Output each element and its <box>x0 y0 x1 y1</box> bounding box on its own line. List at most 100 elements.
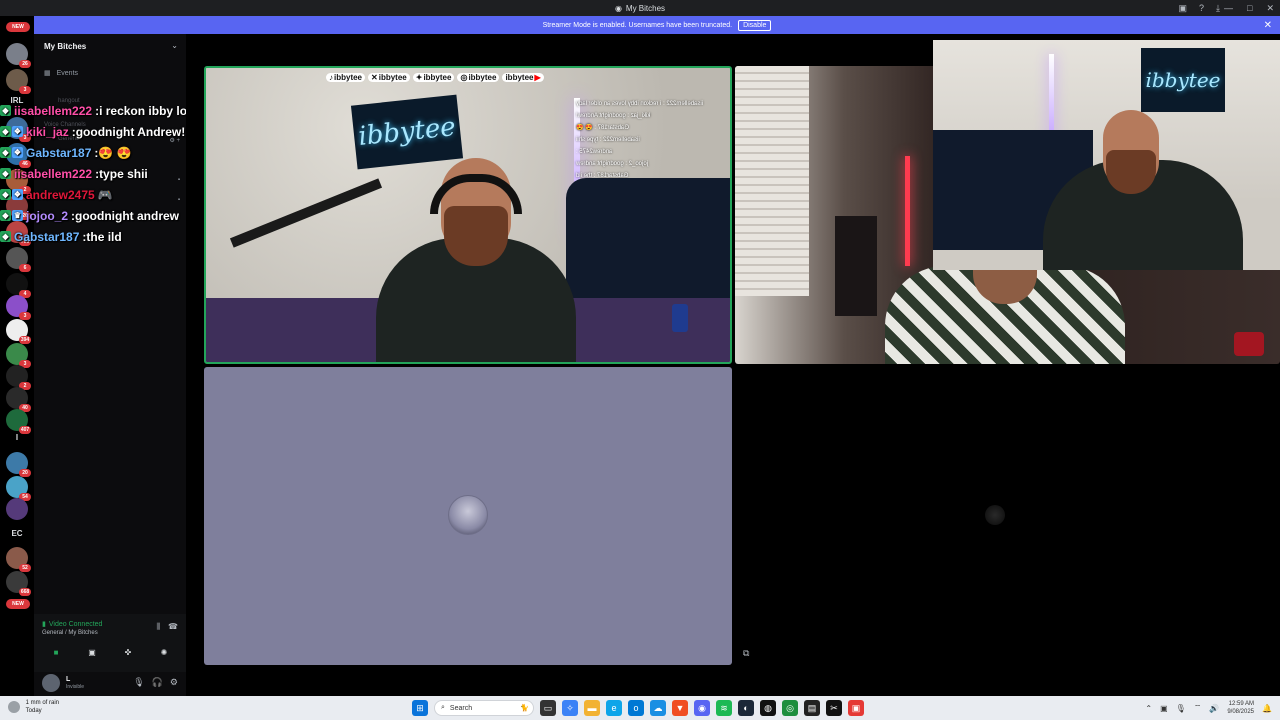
close-window-button[interactable]: ✕ <box>1266 3 1274 14</box>
activity-button[interactable]: ✜ <box>113 644 143 660</box>
title-bar: ◉ My Bitches ▣ ? ⤓ — □ ✕ <box>0 0 1280 16</box>
server-icon[interactable]: 668 <box>6 571 31 596</box>
mirrored-chat-line: andrew2475 : <box>576 149 613 155</box>
server-icon[interactable]: 407 <box>6 409 31 434</box>
user-status: Invisible <box>66 684 85 690</box>
chat-username[interactable]: iisabellem222 <box>14 104 92 118</box>
chat-text: the ild <box>86 229 122 244</box>
clock[interactable]: 12:59 AM 9/08/2025 <box>1227 700 1254 716</box>
chrome-icon[interactable]: ◍ <box>760 700 776 716</box>
camera-button[interactable]: ■ <box>41 644 71 660</box>
chat-username[interactable]: jojoo_2 <box>26 209 68 223</box>
download-icon[interactable]: ⤓ <box>1216 3 1220 14</box>
server-icon[interactable]: 52 <box>6 547 31 572</box>
close-icon[interactable]: ✕ <box>1264 20 1272 31</box>
disable-streamer-mode-button[interactable]: Disable <box>738 19 772 31</box>
server-icon[interactable]: 3 <box>6 69 31 94</box>
server-name[interactable]: My Bitches <box>44 42 86 51</box>
file-explorer-icon[interactable]: ▬ <box>584 700 600 716</box>
chat-username[interactable]: Gabstar187 <box>26 146 91 160</box>
settings-icon[interactable]: ⚙ <box>170 677 178 688</box>
maximize-button[interactable]: □ <box>1247 3 1252 13</box>
server-icon[interactable]: 3 <box>6 343 31 368</box>
noise-suppression-icon[interactable]: ⫼ <box>156 622 160 632</box>
chevron-down-icon[interactable]: ⌄ <box>171 41 178 50</box>
chat-text: 🎮 <box>97 187 113 202</box>
picture-in-picture[interactable]: ibbytee <box>933 40 1280 270</box>
server-icon[interactable]: 54 <box>6 476 31 501</box>
copilot-icon[interactable]: ✧ <box>562 700 578 716</box>
notification-icon[interactable]: 🔔 <box>1262 704 1272 713</box>
soundboard-button[interactable]: ✺ <box>149 644 179 660</box>
microphone-icon[interactable]: 🎙 <box>133 677 144 688</box>
outlook-icon[interactable]: o <box>628 700 644 716</box>
chat-badges: ◆ <box>0 105 11 116</box>
obs-recording-icon[interactable]: ▣ <box>848 700 864 716</box>
chat-badge-icon: ◆ <box>0 147 11 158</box>
chat-username[interactable]: kiki_jaz <box>26 125 69 139</box>
chrome-alt-icon[interactable]: ◎ <box>782 700 798 716</box>
steam-icon[interactable]: ◐ <box>738 700 754 716</box>
server-text-ec[interactable]: EC <box>0 529 34 538</box>
help-icon[interactable]: ? <box>1199 3 1204 13</box>
headphones-icon[interactable]: 🎧 <box>152 677 163 688</box>
mirrored-chat-line: iisabellem222 : type shii <box>576 137 640 143</box>
social-handle: ibbytee <box>423 72 452 82</box>
server-icon[interactable] <box>6 498 28 520</box>
mic-tray-icon[interactable]: 🎙 <box>1176 704 1186 713</box>
minimize-button[interactable]: — <box>1224 3 1233 13</box>
rain-icon <box>8 701 20 713</box>
chat-badge-icon: ◆ <box>0 105 11 116</box>
chat-text: goodnight Andrew! <box>75 124 186 139</box>
server-icon[interactable]: 40 <box>6 387 31 412</box>
chevron-up-icon[interactable]: ⌃ <box>1145 704 1152 713</box>
mirrored-chat: iisabellem222 : i reckon ibby loves an o… <box>576 98 726 182</box>
clock-time: 12:59 AM <box>1228 701 1255 707</box>
x-icon: ✕ <box>371 72 378 82</box>
task-view-icon[interactable]: ▭ <box>540 700 556 716</box>
tray-app-icon[interactable]: ▣ <box>1160 704 1168 713</box>
participant-tile[interactable] <box>204 367 732 665</box>
social-handle: ibbytee <box>468 72 497 82</box>
search-box[interactable]: ⌕ Search 🐈 <box>434 700 534 716</box>
server-icon[interactable]: 2 <box>6 365 31 390</box>
camera-icon: ■ <box>53 647 59 657</box>
volume-icon[interactable]: 🔊 <box>1209 704 1219 713</box>
voice-channel-path[interactable]: General / My Bitches <box>42 630 98 636</box>
avatar[interactable] <box>42 674 60 692</box>
server-icon[interactable]: 6 <box>6 247 31 272</box>
windows-start-icon[interactable]: ⊞ <box>412 700 428 716</box>
disconnect-icon[interactable]: ☎ <box>168 622 178 632</box>
screen-share-button[interactable]: ▣ <box>77 644 107 660</box>
wifi-icon[interactable]: ⌔ <box>1194 703 1202 713</box>
stream-tile-main[interactable]: ibbytee ♪ ibbytee ✕ ibbytee ✦ ibbytee ◎ ibby… <box>204 66 732 364</box>
screen-share-icon[interactable]: ▣ <box>1178 3 1187 14</box>
discord-icon[interactable]: ◉ <box>694 700 710 716</box>
participant-tile[interactable] <box>735 367 1280 665</box>
mirrored-chat-line: Gabstar187 : 😍 😍 <box>576 125 629 131</box>
server-icon[interactable]: 4 <box>6 273 31 298</box>
edge-icon[interactable]: e <box>606 700 622 716</box>
server-text-i[interactable]: I <box>0 433 34 442</box>
server-icon[interactable]: 20 <box>6 452 31 477</box>
chat-username[interactable]: Gabstar187 <box>14 230 79 244</box>
weather-app-icon[interactable]: ☁ <box>650 700 666 716</box>
brave-icon[interactable]: ▼ <box>672 700 688 716</box>
weather-widget[interactable]: 1 mm of rain Today <box>8 699 59 715</box>
signal-icon: ▮ <box>42 621 46 628</box>
popout-icon[interactable]: ⧉ <box>743 648 749 659</box>
username[interactable]: L <box>66 676 70 683</box>
chat-username[interactable]: iisabellem222 <box>14 167 92 181</box>
events-item[interactable]: ▦ Events <box>44 69 78 78</box>
chat-message: ◆ ♛ jojoo_2 : goodnight andrew <box>0 205 179 226</box>
server-icon[interactable]: 26 <box>6 43 31 68</box>
chat-username[interactable]: andrew2475 <box>26 188 95 202</box>
server-icon[interactable]: 3 <box>6 295 31 320</box>
server-icon[interactable]: 394 <box>6 319 31 344</box>
chat-message: ◆ Gabstar187 : the ild <box>0 226 122 247</box>
chat-message: ◆ iisabellem222 : type shii <box>0 163 148 184</box>
youtube-icon: ▶ <box>534 72 541 82</box>
spotify-icon[interactable]: ≋ <box>716 700 732 716</box>
capcut-icon[interactable]: ✂ <box>826 700 842 716</box>
terminal-icon[interactable]: ▤ <box>804 700 820 716</box>
